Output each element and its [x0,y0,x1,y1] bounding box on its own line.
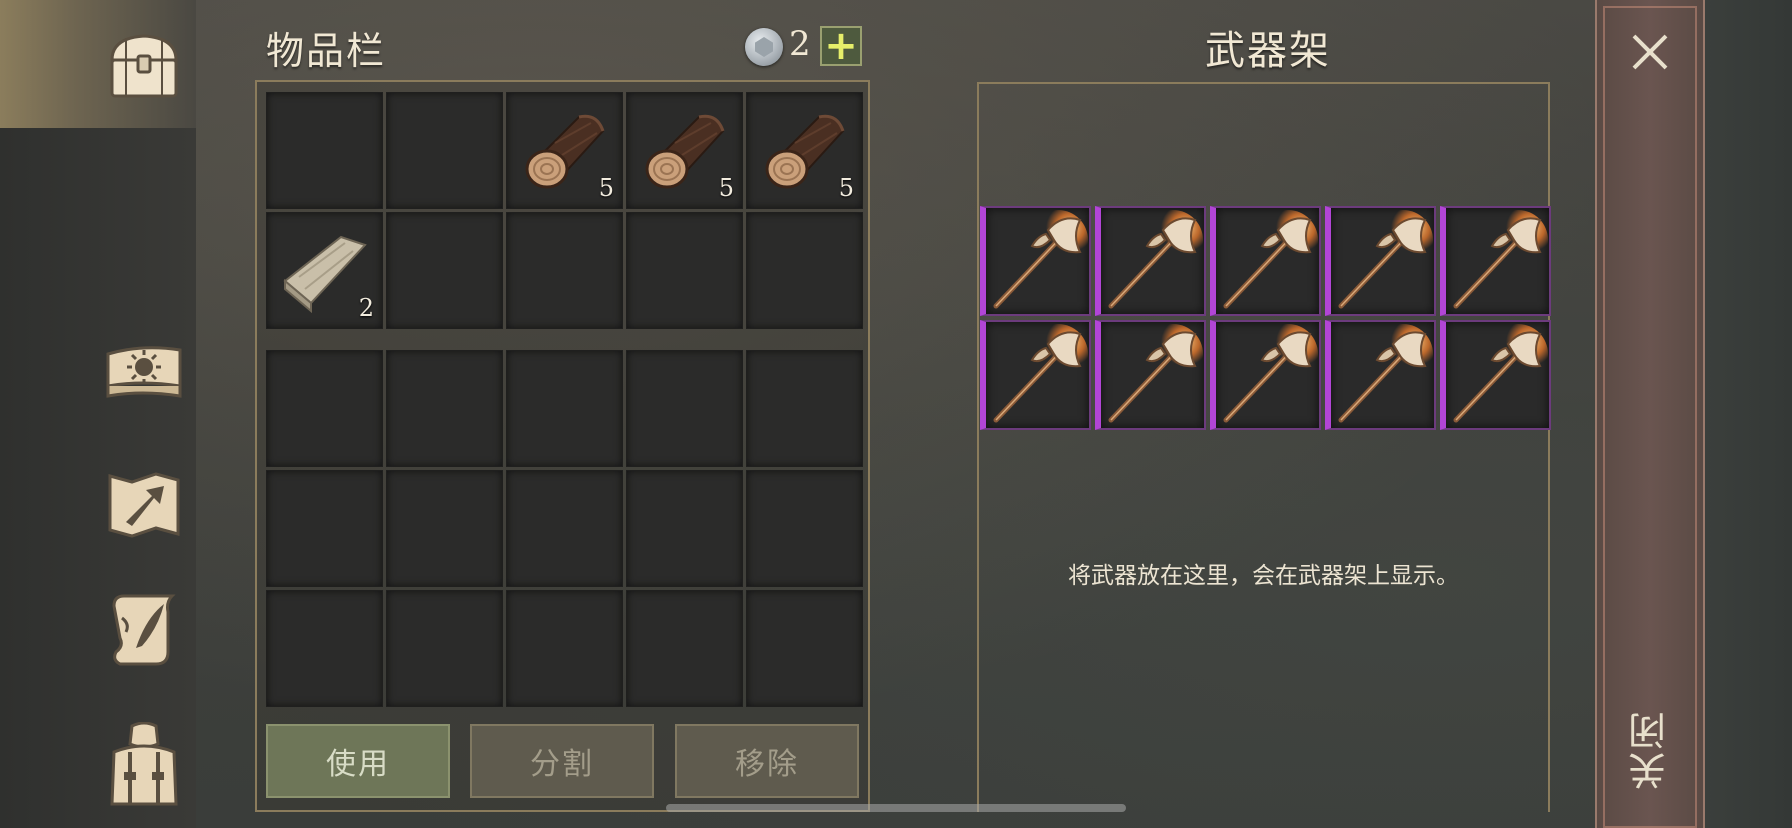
weapon-rack-slot[interactable] [1210,320,1321,430]
scroll-quill-icon [112,594,176,666]
close-button[interactable]: 关闭 [1626,700,1674,800]
add-currency-button[interactable]: + [820,26,862,66]
flaming-axe-icon [1108,210,1203,309]
flaming-axe-icon [1453,324,1548,423]
use-button[interactable]: 使用 [266,724,450,798]
flaming-axe-icon [993,210,1088,309]
inventory-slot[interactable] [746,212,863,329]
inventory-upper-grid: 5 5 5 2 [266,92,863,329]
inventory-title: 物品栏 [266,29,387,73]
inventory-slot[interactable]: 2 [266,212,383,329]
inventory-slot[interactable] [626,590,743,707]
weapon-rack-slot[interactable] [980,206,1091,316]
inventory-slot[interactable] [386,470,503,587]
weapon-rack-slot[interactable] [1440,206,1551,316]
weapon-rack-grid [980,206,1551,430]
home-indicator[interactable] [666,804,1126,812]
character-backpack-icon [110,722,178,806]
weapon-rack-panel [977,82,1550,812]
inventory-slot[interactable] [386,92,503,209]
inventory-slot[interactable] [626,350,743,467]
chest-icon [110,34,178,98]
weapon-rack-slot[interactable] [980,320,1091,430]
weapon-rack-slot[interactable] [1095,320,1206,430]
item-quantity: 5 [598,174,614,202]
item-quantity: 5 [838,174,854,202]
weapon-rack-hint: 将武器放在这里，会在武器架上显示。 [1068,563,1459,589]
sidebar-item-skills[interactable] [96,328,192,424]
weapon-rack-slot[interactable] [1210,206,1321,316]
weapon-rack-slot[interactable] [1095,206,1206,316]
inventory-slot[interactable]: 5 [506,92,623,209]
flaming-axe-icon [1453,210,1548,309]
inventory-slot[interactable]: 5 [626,92,743,209]
inventory-slot[interactable] [266,350,383,467]
inventory-slot[interactable] [266,470,383,587]
sun-book-icon [106,346,182,398]
currency-value: 2 [789,24,811,64]
remove-button[interactable]: 移除 [675,724,859,798]
background-edge [1705,0,1792,828]
split-button[interactable]: 分割 [470,724,654,798]
inventory-lower-grid [266,350,863,707]
inventory-slot[interactable] [266,590,383,707]
weapon-rack-slot[interactable] [1440,320,1551,430]
flaming-axe-icon [1338,210,1433,309]
inventory-slot[interactable] [506,212,623,329]
sidebar-item-character[interactable] [96,716,192,812]
inventory-slot[interactable] [386,350,503,467]
sidebar-item-quests[interactable] [96,582,192,678]
inventory-slot[interactable]: 5 [746,92,863,209]
item-quantity: 2 [358,294,374,322]
item-quantity: 5 [718,174,734,202]
weapon-rack-slot[interactable] [1325,206,1436,316]
inventory-slot[interactable] [266,92,383,209]
inventory-slot[interactable] [626,470,743,587]
close-icon[interactable] [1626,28,1674,76]
map-arrow-icon [108,472,180,538]
inventory-slot[interactable] [746,590,863,707]
silver-coin-icon [745,28,783,66]
flaming-axe-icon [1223,210,1318,309]
weapon-rack-title: 武器架 [1205,28,1331,74]
weapon-rack-slot[interactable] [1325,320,1436,430]
inventory-slot[interactable] [746,470,863,587]
inventory-slot[interactable] [506,350,623,467]
inventory-slot[interactable] [506,470,623,587]
flaming-axe-icon [1223,324,1318,423]
sidebar-item-crafting[interactable] [96,456,192,552]
sidebar-item-inventory[interactable] [96,18,192,114]
inventory-slot[interactable] [506,590,623,707]
flaming-axe-icon [1338,324,1433,423]
flaming-axe-icon [1108,324,1203,423]
inventory-slot[interactable] [386,590,503,707]
inventory-slot[interactable] [386,212,503,329]
inventory-slot[interactable] [746,350,863,467]
flaming-axe-icon [993,324,1088,423]
inventory-slot[interactable] [626,212,743,329]
